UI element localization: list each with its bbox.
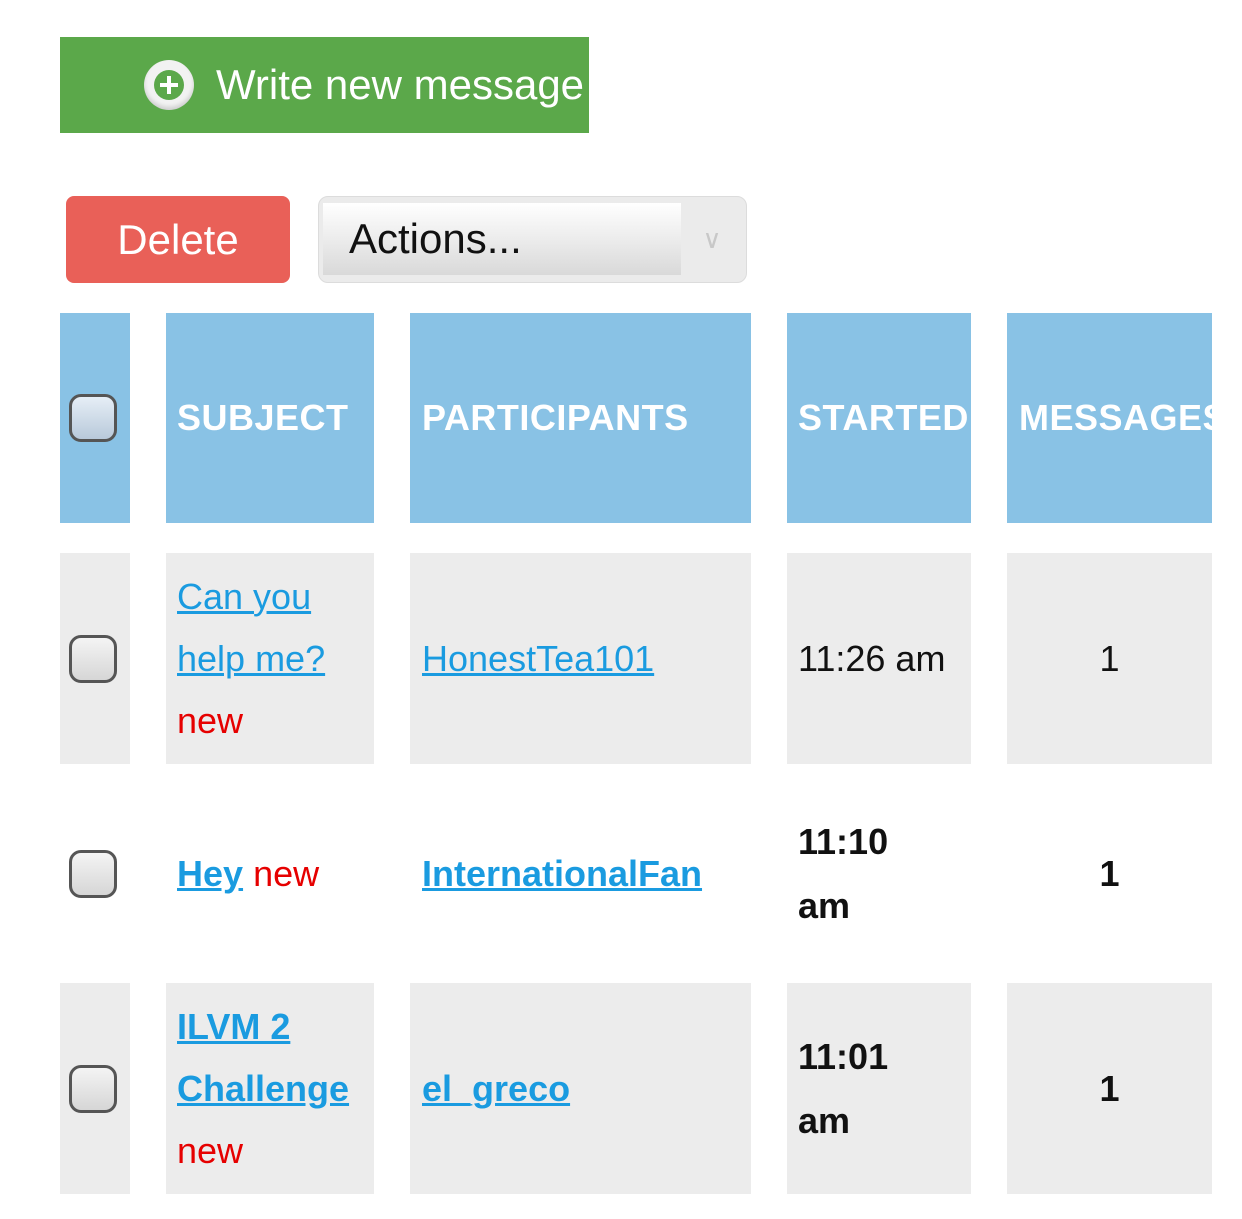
table-row-participants-cell: HonestTea101 <box>410 553 751 764</box>
row-checkbox[interactable] <box>69 1064 117 1113</box>
header-subject[interactable]: SUBJECT <box>166 313 374 523</box>
subject-link[interactable]: Can you help me? <box>177 576 325 679</box>
table-row-started-cell: 11:01 am <box>787 983 971 1194</box>
subject-link[interactable]: Hey <box>177 853 243 895</box>
table-row-participants-cell: InternationalFan <box>410 768 751 979</box>
table-row-subject-cell: ILVM 2 Challenge new <box>166 983 374 1194</box>
table-row-checkbox-cell <box>60 768 130 979</box>
table-row-checkbox-cell <box>60 553 130 764</box>
delete-button[interactable]: Delete <box>66 196 290 283</box>
write-new-message-label: Write new message <box>216 61 585 108</box>
chevron-down-icon[interactable]: ∨ <box>681 203 743 275</box>
actions-dropdown[interactable]: Actions... ∨ <box>318 196 747 283</box>
participant-link[interactable]: HonestTea101 <box>422 638 654 680</box>
table-row-messages-cell: 1 <box>1007 553 1212 764</box>
table-row-subject-cell: Hey new <box>166 768 374 979</box>
select-all-checkbox[interactable] <box>69 394 117 442</box>
header-participants[interactable]: PARTICIPANTS <box>410 313 751 523</box>
table-row-messages-cell: 1 <box>1007 983 1212 1194</box>
subject-link[interactable]: ILVM 2 Challenge <box>177 1006 349 1109</box>
new-badge: new <box>177 1129 244 1171</box>
row-checkbox[interactable] <box>69 849 117 898</box>
write-new-message-button[interactable]: Write new message <box>60 37 589 133</box>
table-row-started-cell: 11:10 am <box>798 820 889 926</box>
table-row-messages-cell: 1 <box>1099 852 1120 894</box>
actions-select-value[interactable]: Actions... <box>323 203 681 275</box>
table-row-participants-cell: el_greco <box>410 983 751 1194</box>
new-badge: new <box>177 699 244 741</box>
table-row-checkbox-cell <box>60 983 130 1194</box>
header-started[interactable]: STARTED <box>787 313 971 523</box>
participant-link[interactable]: InternationalFan <box>422 853 702 895</box>
plus-circle-icon <box>144 60 194 110</box>
new-badge: new <box>253 852 320 894</box>
table-row-subject-cell: Can you help me? new <box>166 553 374 764</box>
participant-link[interactable]: el_greco <box>422 1068 570 1110</box>
row-checkbox[interactable] <box>69 634 117 683</box>
header-select-all-cell <box>60 313 130 523</box>
header-messages[interactable]: MESSAGES <box>1007 313 1212 523</box>
table-row-started-cell: 11:26 am <box>787 553 971 764</box>
